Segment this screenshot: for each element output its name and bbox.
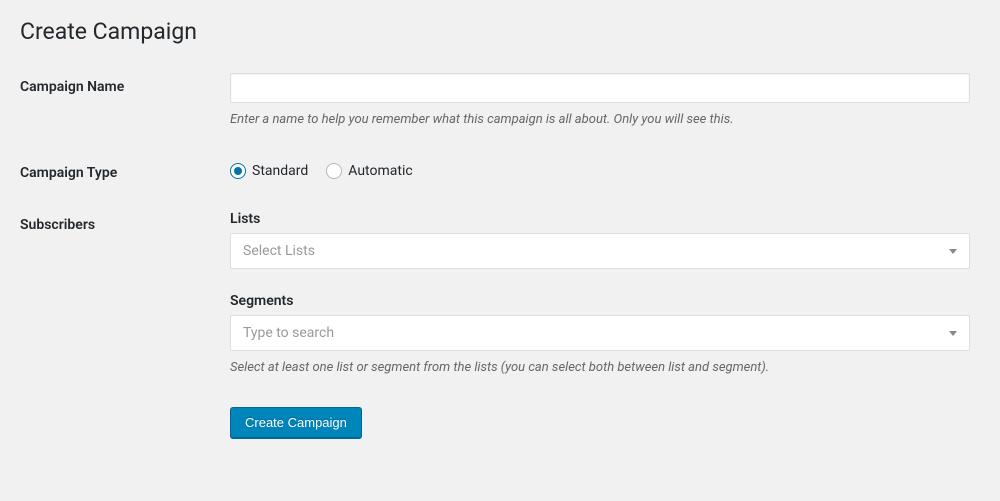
campaign-type-label: Campaign Type bbox=[20, 159, 230, 181]
campaign-name-label: Campaign Name bbox=[20, 73, 230, 95]
chevron-down-icon bbox=[949, 331, 957, 336]
subscribers-help: Select at least one list or segment from… bbox=[230, 359, 970, 377]
campaign-name-help: Enter a name to help you remember what t… bbox=[230, 111, 970, 129]
lists-select[interactable]: Select Lists bbox=[230, 233, 970, 269]
chevron-down-icon bbox=[949, 249, 957, 254]
radio-automatic-label: Automatic bbox=[348, 163, 412, 179]
radio-standard-label: Standard bbox=[252, 163, 308, 179]
subscribers-label: Subscribers bbox=[20, 211, 230, 233]
radio-standard[interactable]: Standard bbox=[230, 163, 308, 179]
radio-automatic-input[interactable] bbox=[326, 163, 342, 179]
page-title: Create Campaign bbox=[20, 18, 980, 45]
campaign-name-input[interactable] bbox=[230, 73, 970, 103]
create-campaign-button[interactable]: Create Campaign bbox=[230, 407, 362, 438]
segments-label: Segments bbox=[230, 293, 970, 309]
segments-select[interactable]: Type to search bbox=[230, 315, 970, 351]
radio-automatic[interactable]: Automatic bbox=[326, 163, 412, 179]
lists-placeholder: Select Lists bbox=[243, 243, 315, 259]
campaign-type-radio-group: Standard Automatic bbox=[230, 159, 970, 179]
segments-placeholder: Type to search bbox=[243, 325, 334, 341]
radio-standard-input[interactable] bbox=[230, 163, 246, 179]
lists-label: Lists bbox=[230, 211, 970, 227]
